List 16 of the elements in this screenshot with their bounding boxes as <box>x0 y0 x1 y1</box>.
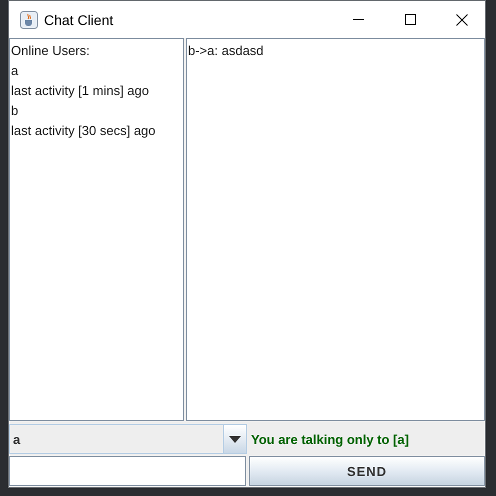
coffee-cup-icon <box>20 10 38 28</box>
close-icon <box>456 14 468 26</box>
send-button[interactable]: SEND <box>249 456 485 486</box>
recipient-dropdown[interactable]: a <box>9 424 247 454</box>
user-list-line: Online Users: <box>11 42 91 60</box>
status-text: You are talking only to [a] <box>251 432 409 446</box>
user-list-line: last activity [1 mins] ago <box>11 82 150 100</box>
maximize-icon <box>404 14 416 25</box>
chat-message: b->a: asdasd <box>188 42 265 60</box>
user-list-line: b <box>11 102 20 120</box>
minimize-icon <box>352 18 364 20</box>
user-list-line: a <box>11 62 20 80</box>
window-title: Chat Client <box>44 12 114 28</box>
message-input-field[interactable] <box>9 456 246 486</box>
dropdown-caret-icon <box>229 436 241 442</box>
user-list-line: last activity [30 secs] ago <box>11 122 157 140</box>
